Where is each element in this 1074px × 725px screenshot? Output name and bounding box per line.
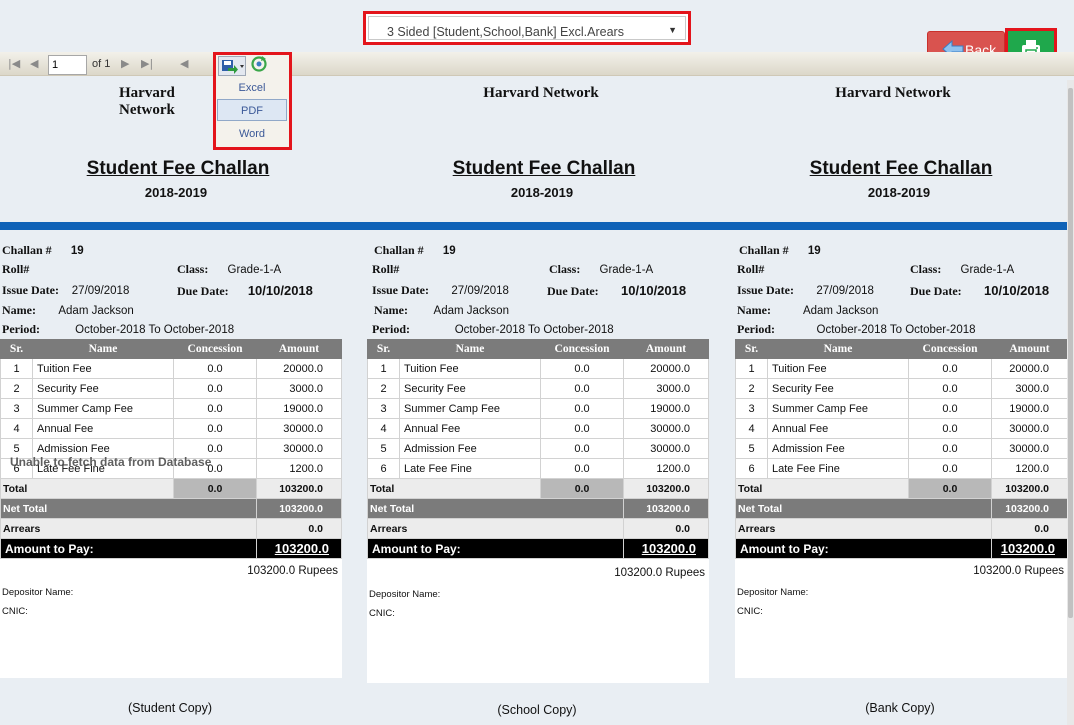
total-row: Total 0.0 103200.0 [735,478,1068,499]
student-name-field: Name: Adam Jackson [2,303,134,317]
export-pdf-item[interactable]: PDF [217,99,287,121]
class-field: Class: Grade-1-A [177,262,282,276]
next-page-icon[interactable]: ▶ [121,57,129,70]
challan-student-copy: Challan # 19 Roll# Class: Grade-1-A Issu… [0,230,342,725]
due-date-field: Due Date: 10/10/2018 [177,283,313,298]
total-row: Total 0.0 103200.0 [0,478,342,499]
fee-table: Sr. Name Concession Amount 1 Tuition Fee 0.0 2… [735,339,1068,559]
issue-date-field: Issue Date: 27/09/2018 [2,283,130,297]
refresh-icon[interactable] [250,55,268,73]
table-row: 2 Security Fee 0.0 3000.0 [367,378,709,399]
challan-number: Challan # 19 [739,243,821,257]
table-row: 4 Annual Fee 0.0 30000.0 [0,418,342,439]
session-year-bank: 2018-2019 [867,185,931,200]
table-row: 2 Security Fee 0.0 3000.0 [735,378,1068,399]
export-word-item[interactable]: Word [217,123,287,145]
table-row: 1 Tuition Fee 0.0 20000.0 [367,358,709,379]
roll-number: Roll# [2,262,30,276]
student-copy-label: (Student Copy) [127,701,213,715]
fee-table: Sr. Name Concession Amount 1 Tuition Fee 0.0 2… [0,339,342,559]
net-total-row: Net Total 103200.0 [367,498,709,519]
challan-number: Challan # 19 [2,243,84,257]
depositor-name-label: Depositor Name: [737,587,809,598]
table-row: 5 Admission Fee 0.0 30000.0 [735,438,1068,459]
roll-number: Roll# [737,262,765,276]
challan-school-copy: Challan # 19 Roll# Class: Grade-1-A Issu… [367,230,709,725]
session-year-student: 2018-2019 [144,185,208,200]
session-year-school: 2018-2019 [510,185,574,200]
table-row: 3 Summer Camp Fee 0.0 19000.0 [0,398,342,419]
page-number-input[interactable] [48,55,87,75]
due-date-field: Due Date: 10/10/2018 [547,283,687,298]
net-total-row: Net Total 103200.0 [0,498,342,519]
table-row: 6 Late Fee Fine 0.0 1200.0 [735,458,1068,479]
page-count-label: of 1 [92,58,111,70]
fee-table-header: Sr. Name Concession Amount [735,339,1068,359]
table-row: 2 Security Fee 0.0 3000.0 [0,378,342,399]
fee-table-header: Sr. Name Concession Amount [0,339,342,359]
scrollbar-thumb[interactable] [1068,88,1073,618]
export-excel-item[interactable]: Excel [217,77,287,99]
page-title-bank: Student Fee Challan [809,158,993,179]
amount-to-pay-row: Amount to Pay: 103200.0 [367,538,709,559]
fee-table-header: Sr. Name Concession Amount [367,339,709,359]
first-page-icon[interactable]: |◀ [8,57,20,70]
arrears-row: Arrears 0.0 [367,518,709,539]
table-row: 1 Tuition Fee 0.0 20000.0 [0,358,342,379]
class-field: Class: Grade-1-A [910,262,1015,276]
amount-in-words: 103200.0 Rupees [614,567,705,579]
error-message: Unable to fetch data from Database [10,455,212,469]
last-page-icon[interactable]: ▶| [141,57,153,70]
chevron-down-icon: ▼ [668,25,677,35]
total-row: Total 0.0 103200.0 [367,478,709,499]
report-type-value: 3 Sided [Student,School,Bank] Excl.Arear… [387,25,624,39]
table-row: 1 Tuition Fee 0.0 20000.0 [735,358,1068,379]
table-row: 6 Late Fee Fine 0.0 1200.0 [367,458,709,479]
issue-date-field: Issue Date: 27/09/2018 [372,283,509,297]
table-row: 3 Summer Camp Fee 0.0 19000.0 [367,398,709,419]
net-total-row: Net Total 103200.0 [735,498,1068,519]
amount-in-words: 103200.0 Rupees [247,565,338,577]
bank-copy-label: (Bank Copy) [865,701,935,715]
table-row: 4 Annual Fee 0.0 30000.0 [735,418,1068,439]
due-date-field: Due Date: 10/10/2018 [910,283,1050,298]
depositor-name-label: Depositor Name: [369,589,441,600]
arrears-row: Arrears 0.0 [735,518,1068,539]
period-field: Period: October-2018 To October-2018 [737,322,976,336]
report-type-select[interactable]: 3 Sided [Student,School,Bank] Excl.Arear… [363,11,691,45]
amount-in-words: 103200.0 Rupees [973,565,1064,577]
issue-date-field: Issue Date: 27/09/2018 [737,283,874,297]
fee-table: Sr. Name Concession Amount 1 Tuition Fee 0.0 2… [367,339,709,559]
amount-to-pay-row: Amount to Pay: 103200.0 [0,538,342,559]
page-title-student: Student Fee Challan [86,158,270,179]
table-row: 4 Annual Fee 0.0 30000.0 [367,418,709,439]
prev-page-icon[interactable]: ◀ [30,57,38,70]
amount-to-pay-row: Amount to Pay: 103200.0 [735,538,1068,559]
back-to-parent-icon[interactable]: ◀ [180,57,188,70]
class-field: Class: Grade-1-A [549,262,654,276]
export-button[interactable] [218,56,246,76]
depositor-name-label: Depositor Name: [2,587,74,598]
school-copy-label: (School Copy) [497,703,577,717]
org-name-student: Harvard Network [119,85,175,118]
save-export-icon [222,60,244,74]
table-row: 5 Admission Fee 0.0 30000.0 [367,438,709,459]
roll-number: Roll# [372,262,400,276]
student-name-field: Name: Adam Jackson [374,303,509,317]
page-title-school: Student Fee Challan [452,158,636,179]
student-name-field: Name: Adam Jackson [737,303,879,317]
report-toolbar: |◀ ◀ of 1 ▶ ▶| ◀ [0,52,1074,76]
challan-bank-copy: Challan # 19 Roll# Class: Grade-1-A Issu… [735,230,1068,725]
org-name-school: Harvard Network [483,85,599,101]
header-divider [0,222,1074,230]
org-name-bank: Harvard Network [835,85,951,101]
cnic-label: CNIC: [737,606,763,617]
period-field: Period: October-2018 To October-2018 [372,322,614,336]
table-row: 3 Summer Camp Fee 0.0 19000.0 [735,398,1068,419]
cnic-label: CNIC: [369,608,395,619]
cnic-label: CNIC: [2,606,28,617]
arrears-row: Arrears 0.0 [0,518,342,539]
challan-number: Challan # 19 [374,243,456,257]
period-field: Period: October-2018 To October-2018 [2,322,235,336]
